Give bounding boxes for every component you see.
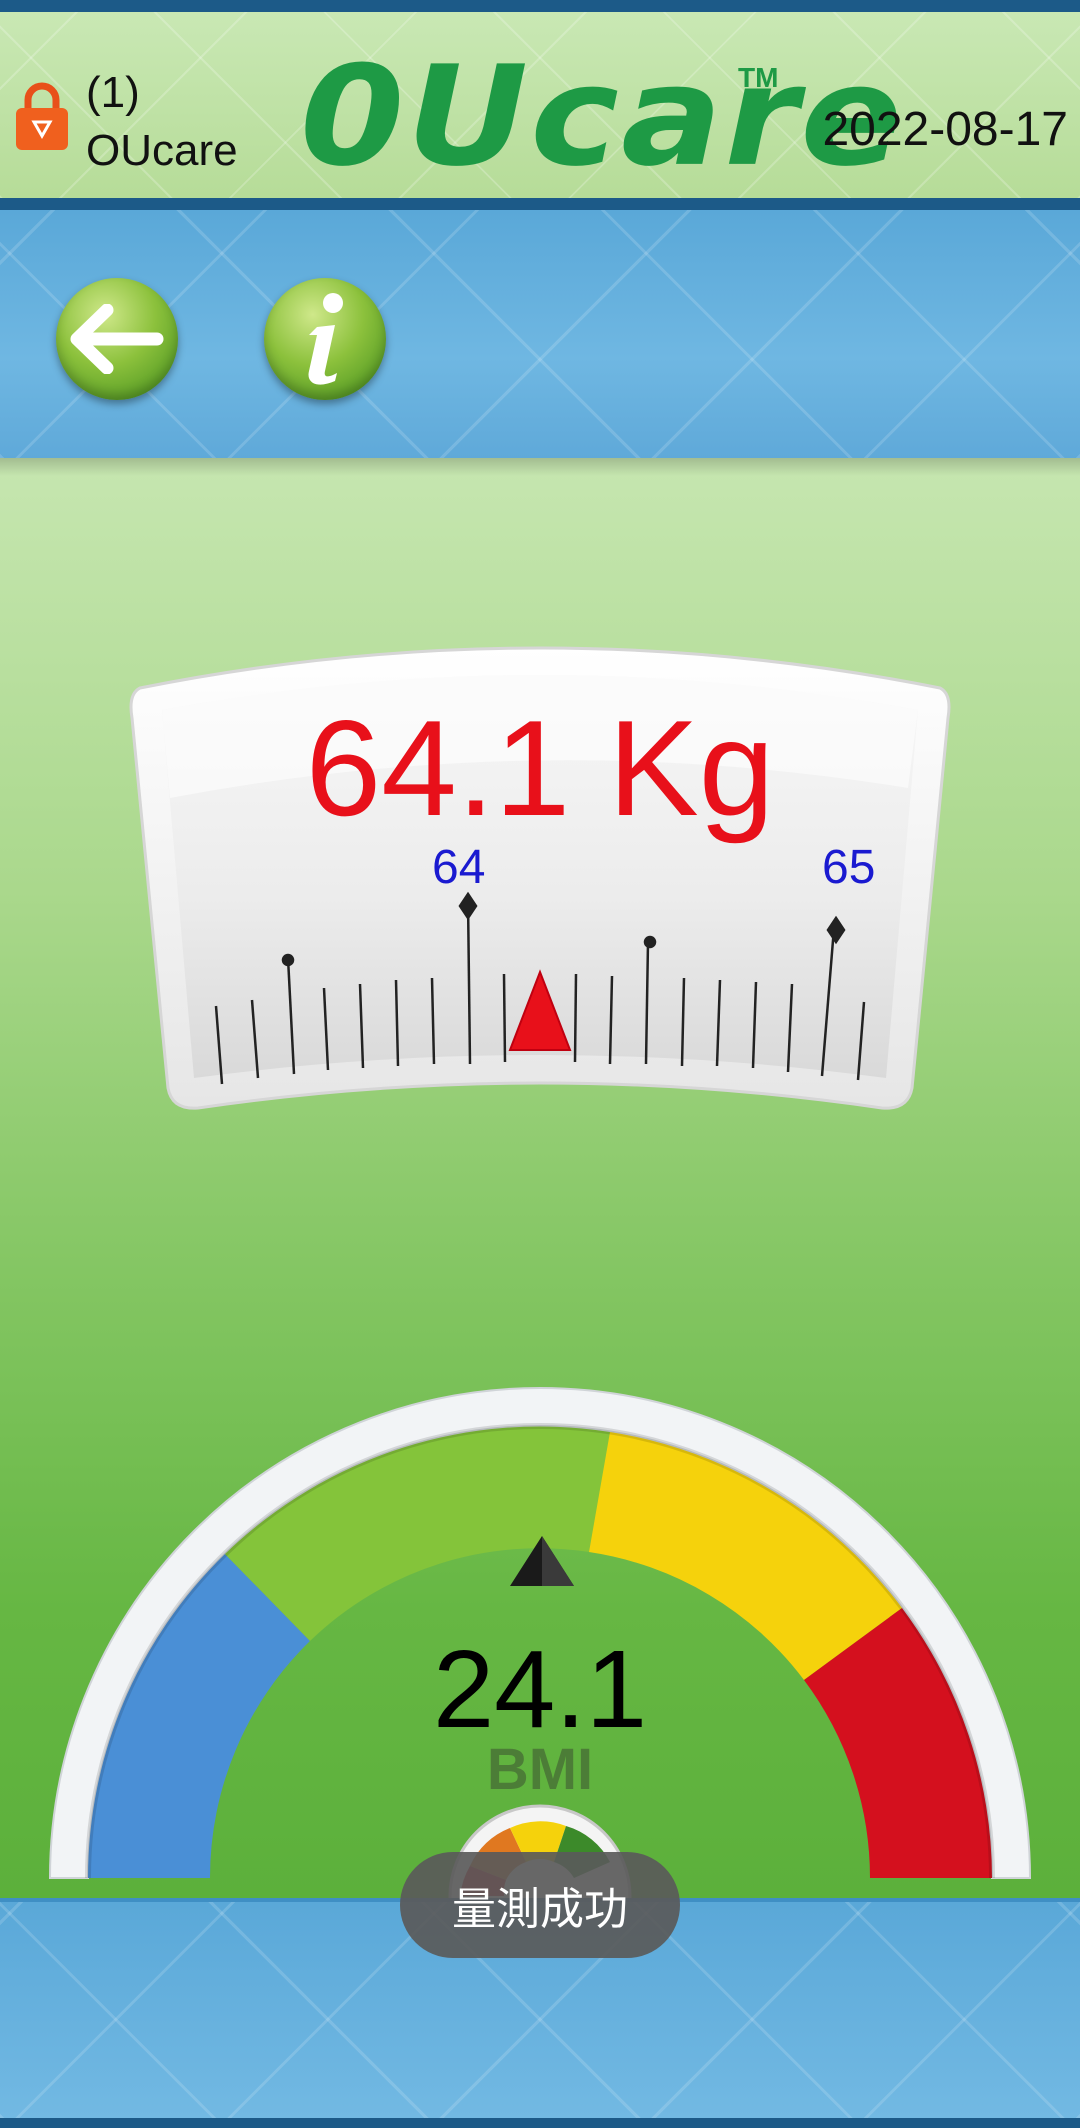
toast-message: 量測成功 [400, 1852, 680, 1958]
info-button[interactable] [264, 278, 386, 400]
lock-icon[interactable] [14, 80, 70, 152]
scale-label-65: 65 [822, 841, 876, 894]
app-logo: 0Ucare [300, 36, 905, 198]
app-header: (1) OUcare 0Ucare TM 2022-08-17 [0, 0, 1080, 210]
bmi-gauge [48, 1387, 1032, 1898]
user-index: (1) [86, 68, 140, 117]
arrow-left-icon [70, 304, 164, 374]
toolbar [0, 210, 1080, 458]
header-date: 2022-08-17 [822, 103, 1068, 156]
bmi-value: 24.1 [432, 1628, 648, 1751]
trademark-mark: TM [738, 62, 779, 93]
bmi-label: BMI [486, 1737, 594, 1802]
screen: (1) OUcare 0Ucare TM 2022-08-17 64.1 Kg … [0, 0, 1080, 2128]
info-icon [308, 293, 343, 385]
weight-readout: 64.1 Kg [305, 692, 775, 844]
scale-label-64: 64 [432, 841, 486, 894]
back-button[interactable] [56, 278, 178, 400]
user-name: OUcare [86, 126, 238, 175]
